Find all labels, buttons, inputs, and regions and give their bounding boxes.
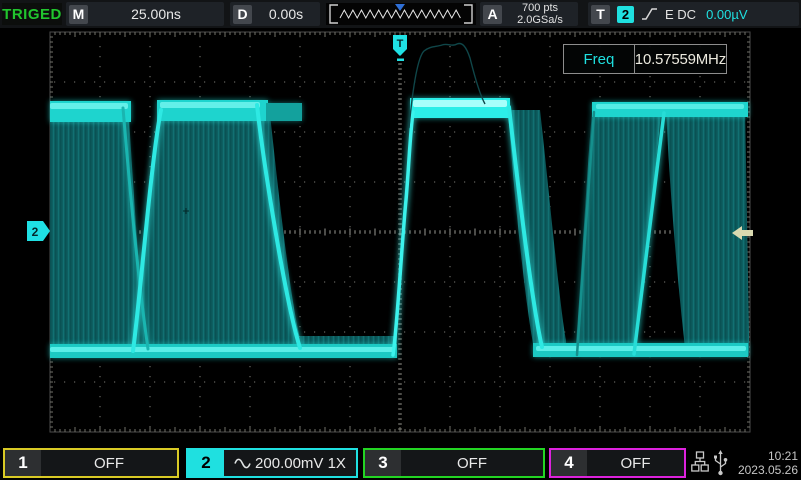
oscilloscope-screen: T 2 Freq 10.57559MHz TRIGED M 25.00ns D … [0, 0, 801, 480]
svg-text:T: T [397, 38, 404, 50]
frequency-label: Freq [564, 45, 635, 73]
frequency-value: 10.57559MHz [635, 45, 726, 73]
svg-text:2: 2 [32, 225, 39, 239]
channel2-trace [50, 44, 749, 358]
trigger-position-marker[interactable]: T [393, 35, 407, 61]
channel2-level-marker[interactable]: 2 [27, 221, 50, 241]
frequency-readout: Freq 10.57559MHz [563, 44, 727, 74]
